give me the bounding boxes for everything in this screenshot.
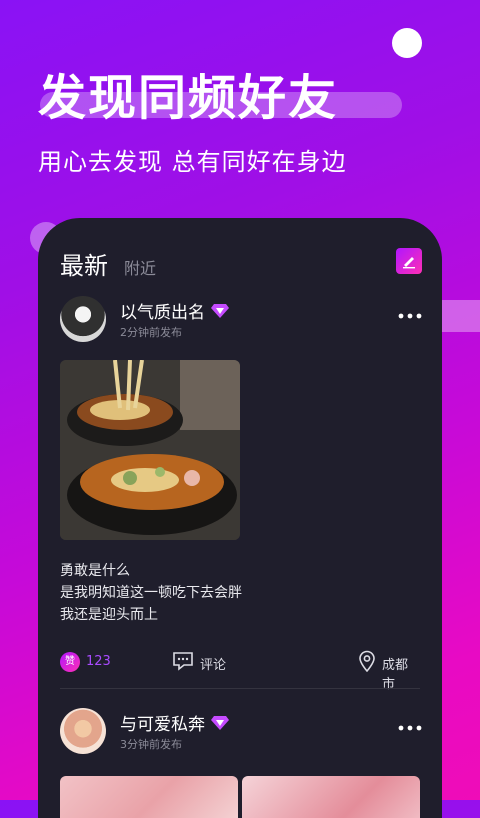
post-text: 勇敢是什么 是我明知道这一顿吃下去会胖 我还是迎头而上 [60,560,242,626]
feed-tabs: 最新 附近 [60,246,156,281]
post-username[interactable]: 与可爱私奔 [120,710,229,735]
compose-button[interactable] [396,248,422,274]
post-card: 以气质出名 2分钟前发布 勇敢是什么 是我明知道这一顿吃下去会胖 我还是迎头而上… [60,296,422,696]
more-dots-icon[interactable] [398,724,422,732]
post-time: 3分钟前发布 [120,738,182,751]
decor-block-right [440,300,480,332]
avatar[interactable] [60,708,106,754]
post-text-line: 勇敢是什么 [60,563,130,579]
post-time: 2分钟前发布 [120,326,182,339]
username-text: 以气质出名 [120,303,205,323]
banner-subline: 用心去发现 总有同好在身边 [38,148,347,176]
post-actions: 赞 123 评论 成都市 [60,650,420,692]
phone-screen: 最新 附近 以气质出名 2分钟前发布 勇敢是什么 是我明知道这一顿吃下去会胖 我… [38,218,442,818]
post-username[interactable]: 以气质出名 [120,298,229,323]
comment-icon[interactable] [172,650,194,672]
post-photo[interactable] [242,776,420,818]
username-text: 与可爱私奔 [120,715,205,735]
comment-label[interactable]: 评论 [200,654,226,673]
avatar[interactable] [60,296,106,342]
banner-headline: 发现同频好友 [38,70,339,126]
decor-circle [392,28,422,58]
location-label[interactable]: 成都市 [382,654,420,692]
diamond-icon [211,715,229,730]
post-text-line: 我还是迎头而上 [60,607,158,623]
post-divider [60,688,420,689]
post-card: 与可爱私奔 3分钟前发布 [60,708,422,818]
diamond-icon [211,303,229,318]
edit-icon [403,257,415,269]
like-button[interactable]: 赞 [60,652,80,672]
post-photo[interactable] [60,360,240,540]
post-text-line: 是我明知道这一顿吃下去会胖 [60,585,242,601]
tab-latest[interactable]: 最新 [60,246,108,281]
post-photo[interactable] [60,776,238,818]
location-pin-icon [359,650,375,672]
tab-nearby[interactable]: 附近 [124,255,156,279]
like-count: 123 [86,654,111,669]
more-dots-icon[interactable] [398,312,422,320]
